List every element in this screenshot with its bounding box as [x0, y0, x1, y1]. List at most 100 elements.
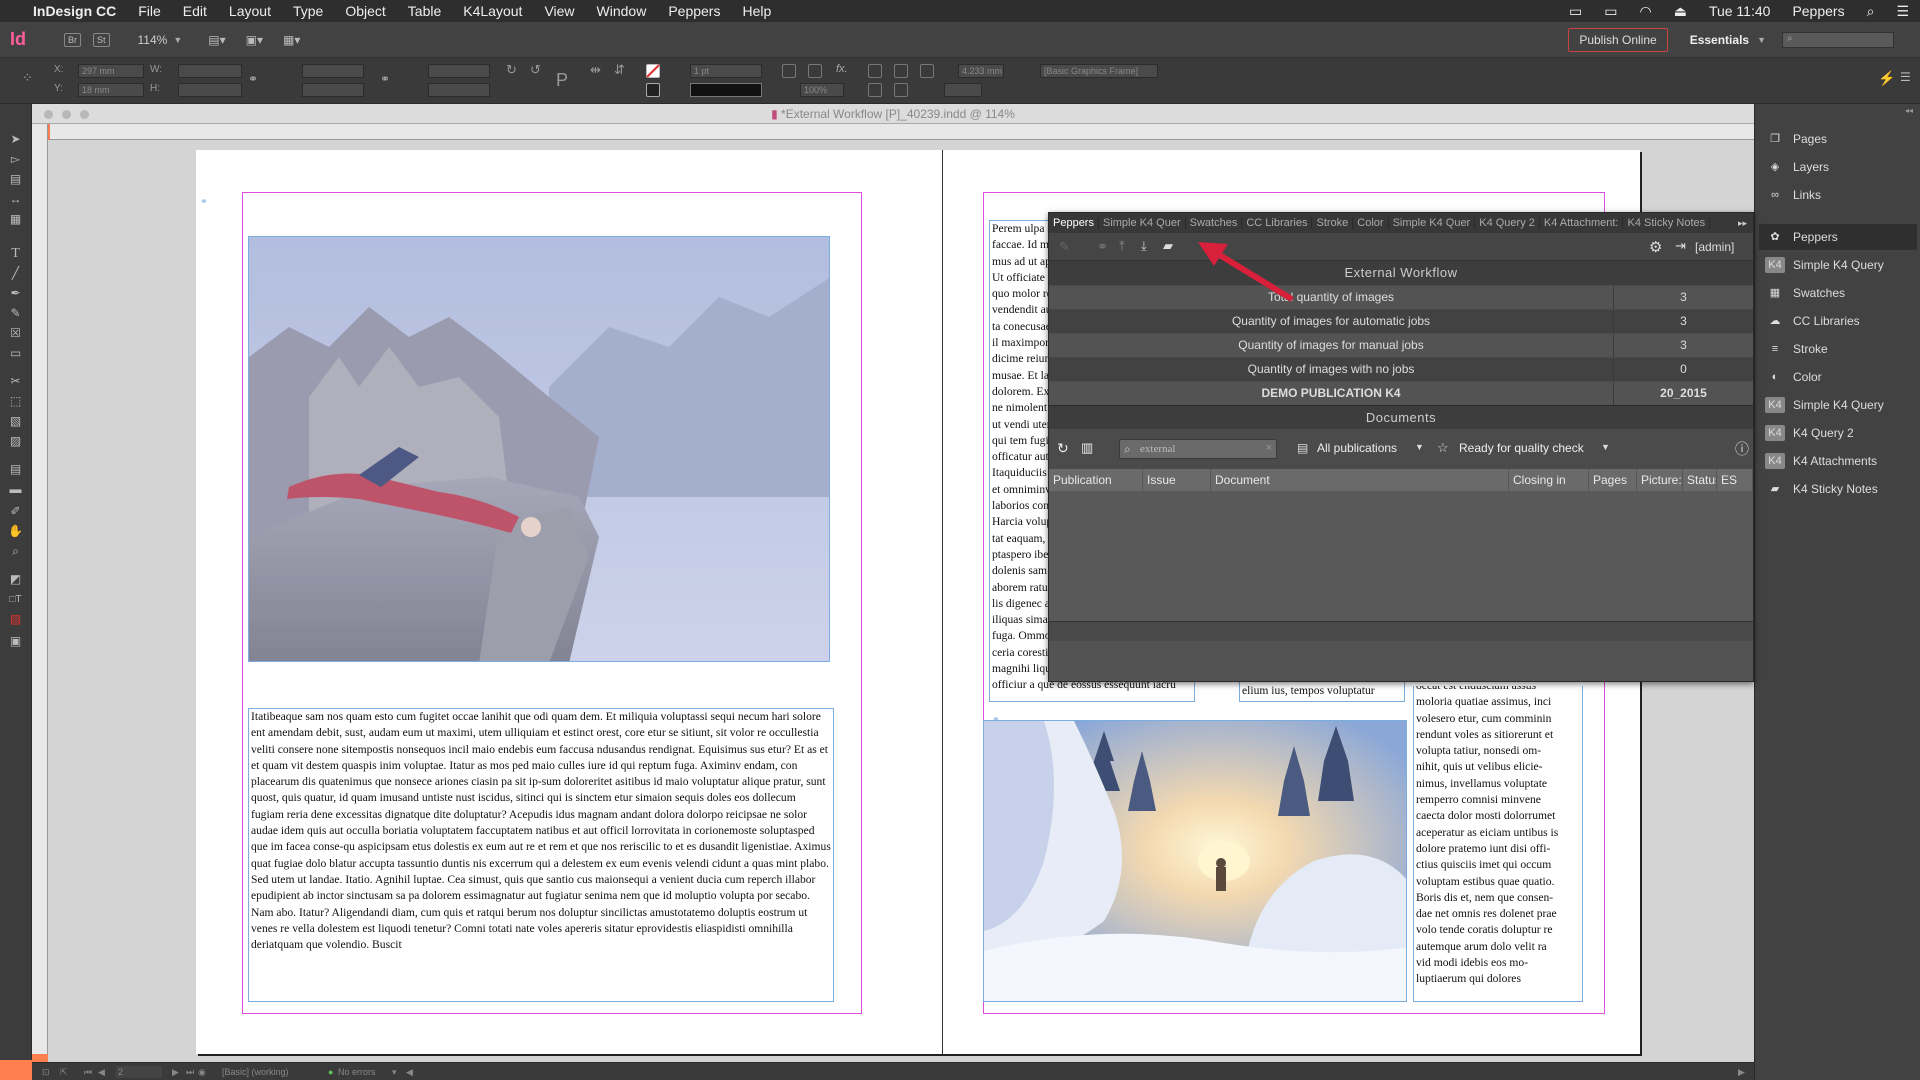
upload-icon[interactable]: ⤒	[1119, 238, 1125, 254]
minimize-window-icon[interactable]	[62, 110, 71, 119]
pen-tool-icon[interactable]: ✒	[7, 286, 24, 301]
dock-item-simple-k4-query-2[interactable]: K4 Simple K4 Query	[1759, 392, 1917, 418]
scale-x-field[interactable]	[302, 64, 364, 78]
fill-frame-icon[interactable]	[894, 83, 908, 97]
preflight-icon[interactable]: ◉	[198, 1063, 206, 1080]
flip-horizontal-icon[interactable]: ⇹	[590, 62, 601, 78]
rectangle-frame-tool-icon[interactable]: ☒	[7, 326, 24, 341]
text-wrap-icon[interactable]	[782, 64, 796, 78]
reference-point-icon[interactable]: ⁘	[22, 70, 33, 86]
bridge-button[interactable]: Br	[64, 32, 81, 47]
menu-help[interactable]: Help	[731, 3, 782, 19]
height-field[interactable]	[178, 83, 242, 97]
document-search-input[interactable]: ⌕ external ×	[1119, 439, 1277, 459]
direct-selection-tool-icon[interactable]: ▻	[7, 152, 24, 167]
menu-app-name[interactable]: InDesign CC	[22, 3, 127, 19]
dock-item-peppers[interactable]: ✿ Peppers	[1759, 224, 1917, 250]
menu-file[interactable]: File	[127, 3, 172, 19]
col-publication[interactable]: Publication	[1049, 469, 1143, 491]
status-view-icon[interactable]: ⊡	[42, 1063, 50, 1080]
info-icon[interactable]: ⓘ	[1735, 439, 1749, 459]
dock-item-links[interactable]: ∞ Links	[1759, 182, 1917, 208]
gap-tool-icon[interactable]: ↔	[7, 192, 24, 207]
corner-offset-field[interactable]: 4.233 mm	[958, 64, 1004, 78]
brush-icon[interactable]: ✎	[1059, 239, 1070, 255]
menu-view[interactable]: View	[533, 3, 585, 19]
zoom-window-icon[interactable]	[80, 110, 89, 119]
scale-y-field[interactable]	[302, 83, 364, 97]
help-search-input[interactable]: ⌕	[1782, 31, 1894, 48]
menu-k4layout[interactable]: K4Layout	[452, 3, 533, 19]
workspace-dropdown-icon[interactable]: ▼	[1757, 35, 1766, 45]
link-icon[interactable]: ⚭	[1097, 239, 1108, 255]
preflight-errors[interactable]: No errors	[338, 1063, 376, 1080]
shear-field[interactable]	[428, 83, 490, 97]
menubar-clock[interactable]: Tue 11:40	[1698, 3, 1782, 19]
menu-peppers[interactable]: Peppers	[657, 3, 731, 19]
hand-tool-icon[interactable]: ✋	[7, 524, 24, 539]
col-issue[interactable]: Issue	[1143, 469, 1211, 491]
preflight-profile[interactable]: [Basic] (working)	[222, 1063, 289, 1080]
dock-item-k4-attachments[interactable]: K4 K4 Attachments	[1759, 448, 1917, 474]
document-window-titlebar[interactable]: ▮ *External Workflow [P]_40239.indd @ 11…	[32, 104, 1754, 124]
tab-k4-attachments[interactable]: K4 Attachment:	[1540, 217, 1624, 229]
fit-frame-icon[interactable]	[894, 64, 908, 78]
frame-link-icon[interactable]: ⚭	[992, 714, 1000, 725]
effects-fx-icon[interactable]: fx.	[836, 63, 848, 75]
wifi-icon[interactable]: ◠	[1628, 3, 1662, 20]
view-options-icon[interactable]: ▤▾	[208, 33, 225, 47]
mountain-image-frame[interactable]	[248, 236, 830, 662]
note-tool-icon[interactable]: ▤	[7, 462, 24, 477]
page-number-field[interactable]: 2	[116, 1066, 162, 1078]
columns-icon[interactable]: ▥	[1081, 440, 1093, 456]
tab-cc-libraries[interactable]: CC Libraries	[1242, 217, 1313, 229]
screen-mode-tool-icon[interactable]: ▣	[7, 634, 24, 649]
gradient-feather-tool-icon[interactable]: ▨	[7, 434, 24, 449]
arrange-documents-icon[interactable]: ▦▾	[283, 33, 300, 47]
stats-row[interactable]: Total quantity of images 3	[1049, 285, 1753, 309]
left-text-frame[interactable]: Itatibeaque sam nos quam esto cum fugite…	[248, 708, 834, 1002]
center-content-icon[interactable]	[868, 83, 882, 97]
col-closing-in[interactable]: Closing in	[1509, 469, 1589, 491]
fill-stroke-swatches-icon[interactable]: ◩	[7, 572, 24, 587]
width-field[interactable]	[178, 64, 242, 78]
dock-item-simple-k4-query[interactable]: K4 Simple K4 Query	[1759, 252, 1917, 278]
last-page-icon[interactable]: ⏭	[186, 1063, 194, 1080]
drop-shadow-icon[interactable]	[808, 64, 822, 78]
dock-item-k4-query-2[interactable]: K4 K4 Query 2	[1759, 420, 1917, 446]
page-tool-icon[interactable]: ▤	[7, 172, 24, 187]
scroll-left-icon[interactable]: ◀	[406, 1063, 413, 1080]
dock-item-k4-sticky-notes[interactable]: ▰ K4 Sticky Notes	[1759, 476, 1917, 502]
fit-content-icon[interactable]	[868, 64, 882, 78]
zoom-level-select[interactable]: 114%	[138, 33, 168, 47]
stroke-type-select[interactable]	[690, 83, 762, 97]
panel-resize-footer[interactable]	[1049, 621, 1753, 641]
winter-image-frame[interactable]	[983, 720, 1407, 1002]
tab-simple-k4-query-2[interactable]: Simple K4 Quer	[1389, 217, 1476, 229]
status-dropdown-icon[interactable]: ▼	[1601, 442, 1610, 452]
left-body-text[interactable]: Itatibeaque sam nos quam esto cum fugite…	[249, 709, 833, 953]
free-transform-tool-icon[interactable]: ⬚	[7, 394, 24, 409]
refresh-icon[interactable]: ↻	[1057, 440, 1069, 457]
tab-color[interactable]: Color	[1353, 217, 1389, 229]
dock-item-cc-libraries[interactable]: ☁ CC Libraries	[1759, 308, 1917, 334]
collapse-dock-icon[interactable]: ◂◂	[1905, 106, 1913, 115]
stats-row[interactable]: Quantity of images with no jobs 0	[1049, 357, 1753, 381]
selection-tool-icon[interactable]: ➤	[7, 132, 24, 147]
download-icon[interactable]: ⤓	[1141, 238, 1147, 254]
dock-item-swatches[interactable]: ▦ Swatches	[1759, 280, 1917, 306]
rectangle-tool-icon[interactable]: ▭	[7, 346, 24, 361]
menu-window[interactable]: Window	[586, 3, 658, 19]
documents-table-body[interactable]	[1049, 491, 1753, 621]
constrain-scale-icon[interactable]: ⚭	[380, 72, 390, 86]
constrain-proportions-icon[interactable]: ⚭	[248, 72, 258, 86]
gradient-swatch-tool-icon[interactable]: ▧	[7, 414, 24, 429]
dock-item-stroke[interactable]: ≡ Stroke	[1759, 336, 1917, 362]
scissors-tool-icon[interactable]: ✂	[7, 374, 24, 389]
notification-center-icon[interactable]: ☰	[1885, 3, 1920, 20]
stroke-swatch[interactable]	[646, 83, 660, 97]
tab-peppers[interactable]: Peppers	[1049, 217, 1099, 229]
rotate-90-cw-icon[interactable]: ↻	[506, 62, 517, 78]
status-filter[interactable]: Ready for quality check	[1459, 441, 1584, 455]
screens-icon[interactable]: ▭	[1558, 3, 1593, 20]
